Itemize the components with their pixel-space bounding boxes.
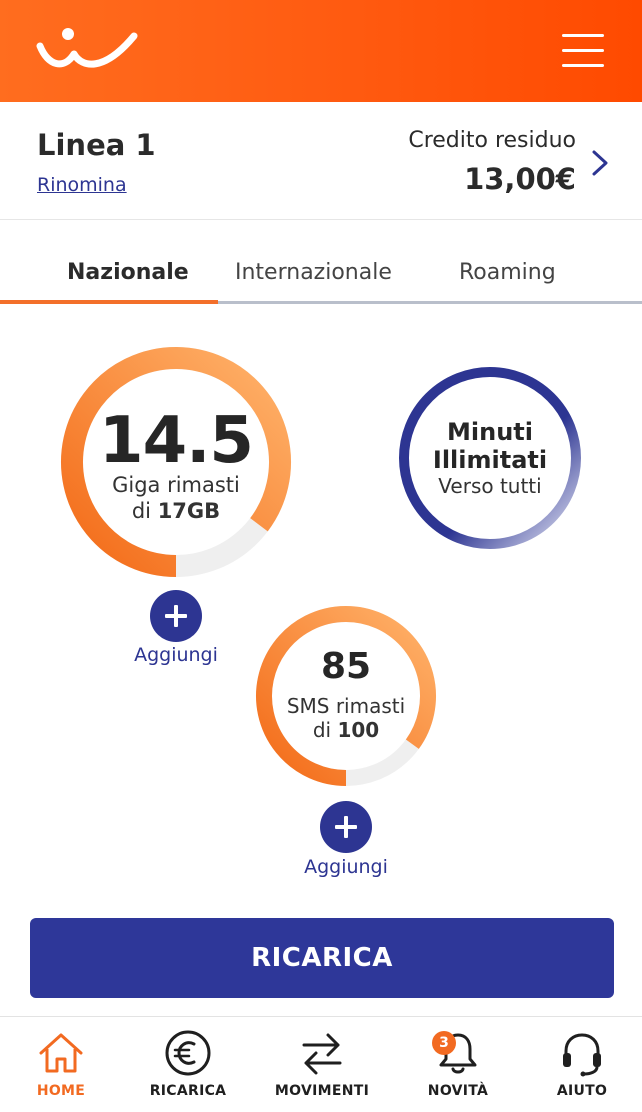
nav-label-ricarica: RICARICA <box>149 1083 227 1099</box>
nav-label-movimenti: MOVIMENTI <box>274 1083 370 1099</box>
minutes-title-line1: Minuti <box>447 418 533 446</box>
data-total: 17GB <box>157 499 221 523</box>
sms-of-prefix: di <box>312 718 332 742</box>
rename-link[interactable]: Rinomina <box>37 174 127 196</box>
nav-item-novita[interactable]: NOVITÀ <box>394 1017 522 1112</box>
nav-label-aiuto: AIUTO <box>556 1083 608 1099</box>
nav-item-movimenti[interactable]: MOVIMENTI <box>258 1017 386 1112</box>
data-remaining-label: Giga rimasti <box>112 473 240 497</box>
add-data-label[interactable]: Aggiungi <box>116 644 236 666</box>
tab-active-indicator <box>0 300 218 304</box>
credit-label: Credito residuo <box>408 128 576 153</box>
tab-roaming[interactable]: Roaming <box>459 260 556 285</box>
data-of-prefix: di <box>131 499 151 523</box>
recharge-button[interactable]: RICARICA <box>30 918 614 998</box>
tab-internazionale[interactable]: Internazionale <box>235 260 392 285</box>
wind-tre-wave-icon[interactable] <box>34 24 144 74</box>
add-data-button[interactable] <box>150 590 202 642</box>
app-header <box>0 0 642 102</box>
sms-remaining-label: SMS rimasti <box>286 694 406 718</box>
tab-nazionale[interactable]: Nazionale <box>67 260 189 285</box>
line-summary: Linea 1 Rinomina Credito residuo 13,00€ <box>0 102 642 220</box>
nav-item-aiuto[interactable]: AIUTO <box>518 1017 642 1112</box>
headset-icon <box>563 1033 601 1077</box>
home-icon <box>39 1033 83 1073</box>
sms-counter: 85 SMS rimasti di 100 <box>254 604 438 788</box>
nav-item-ricarica[interactable]: RICARICA <box>124 1017 252 1112</box>
plan-tabs: Nazionale Internazionale Roaming <box>0 250 642 306</box>
nav-label-novita: NOVITÀ <box>427 1083 489 1099</box>
minutes-subtitle: Verso tutti <box>438 474 542 498</box>
data-counter: 14.5 Giga rimasti di 17GB <box>60 346 292 578</box>
nav-item-home[interactable]: HOME <box>0 1017 125 1112</box>
euro-icon <box>165 1030 211 1076</box>
bottom-nav: HOME RICARICA MOVIMENTI NOVITÀ 3 AIUTO <box>0 1016 642 1112</box>
nav-label-home: HOME <box>36 1083 86 1099</box>
add-sms-button[interactable] <box>320 801 372 853</box>
transfer-arrows-icon <box>302 1033 342 1075</box>
chevron-right-icon[interactable] <box>588 148 612 178</box>
add-sms-label[interactable]: Aggiungi <box>286 856 406 878</box>
minutes-counter: Minuti Illimitati Verso tutti <box>398 366 582 550</box>
minutes-title-line2: Illimitati <box>432 446 548 474</box>
hamburger-menu-icon[interactable] <box>556 30 608 72</box>
sms-total: 100 <box>337 718 380 742</box>
notification-badge: 3 <box>432 1031 456 1055</box>
credit-value: 13,00€ <box>464 162 576 196</box>
line-title: Linea 1 <box>37 128 156 162</box>
data-remaining-value: 14.5 <box>99 404 254 478</box>
sms-remaining-value: 85 <box>320 646 372 687</box>
